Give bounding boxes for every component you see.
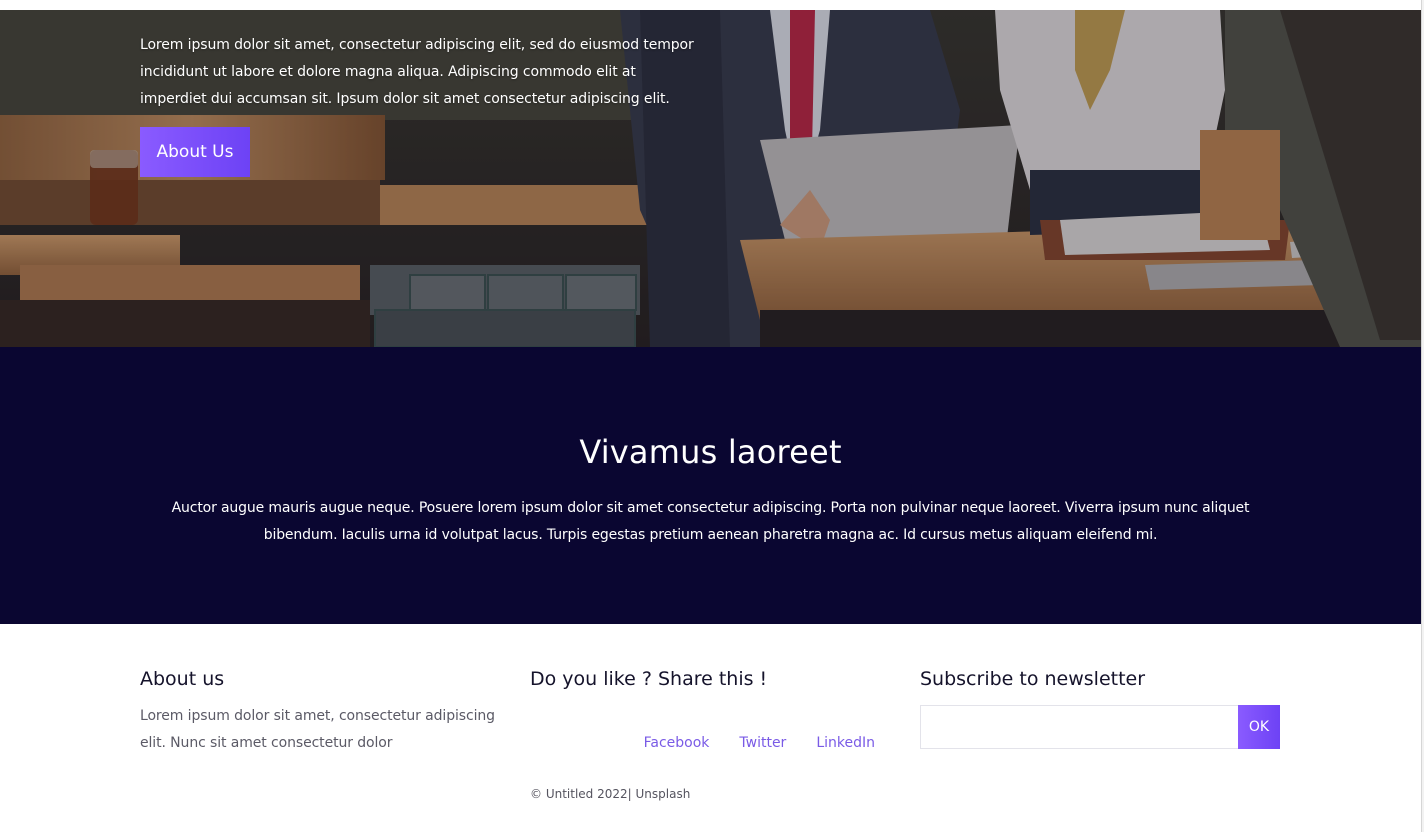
footer-about-text: Lorem ipsum dolor sit amet, consectetur … <box>140 708 495 751</box>
page: Lorem ipsum dolor sit amet, consectetur … <box>0 0 1424 832</box>
twitter-link[interactable]: Twitter <box>739 735 786 751</box>
feature-title: Vivamus laoreet <box>579 433 842 471</box>
footer-newsletter-title: Subscribe to newsletter <box>920 668 1146 690</box>
facebook-link[interactable]: Facebook <box>644 735 710 751</box>
hero-description: Lorem ipsum dolor sit amet, consectetur … <box>140 37 694 107</box>
footer-share-title: Do you like ? Share this ! <box>530 668 768 690</box>
top-strip <box>0 0 1424 10</box>
newsletter-email-input[interactable] <box>920 705 1238 749</box>
social-links: Facebook Twitter LinkedIn <box>530 732 875 754</box>
about-us-button[interactable]: About Us <box>140 127 250 177</box>
copyright-text: © Untitled 2022| Unsplash <box>530 787 691 801</box>
newsletter-ok-button[interactable]: OK <box>1238 705 1280 749</box>
hero-section: Lorem ipsum dolor sit amet, consectetur … <box>0 10 1421 347</box>
linkedin-link[interactable]: LinkedIn <box>816 735 875 751</box>
feature-section: Vivamus laoreet Auctor augue mauris augu… <box>0 347 1421 624</box>
footer-about-title: About us <box>140 668 225 690</box>
footer: About us Lorem ipsum dolor sit amet, con… <box>0 624 1421 832</box>
feature-body: Auctor augue mauris augue neque. Posuere… <box>171 500 1250 543</box>
